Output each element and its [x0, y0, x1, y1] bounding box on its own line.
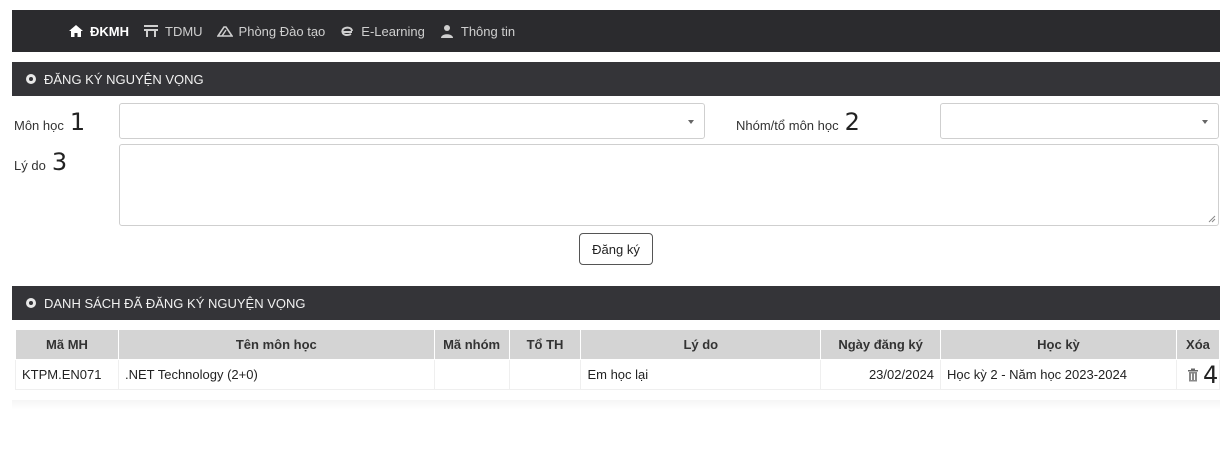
- trash-icon[interactable]: [1187, 368, 1199, 382]
- subject-name-cell: .NET Technology (2+0): [117, 359, 435, 390]
- annotation-number: 1: [69, 108, 86, 136]
- register-panel-title: ĐĂNG KÝ NGUYỆN VỌNG: [44, 71, 204, 87]
- circle-icon: [26, 74, 36, 84]
- column-header: Tên môn học: [117, 329, 435, 360]
- nav-item-dkmh[interactable]: ĐKMH: [68, 23, 129, 39]
- column-header: Xóa: [1175, 329, 1221, 360]
- subject-label-text: Môn học: [14, 118, 64, 133]
- chevron-down-icon: [688, 120, 694, 124]
- nav-item-label: E-Learning: [361, 23, 425, 39]
- divider: [12, 400, 1220, 410]
- annotation-number: 3: [51, 148, 68, 176]
- home-icon: [68, 23, 84, 39]
- delete-cell: 4: [1175, 359, 1221, 390]
- nav-item-label: ĐKMH: [90, 23, 129, 39]
- registration-table: Mã MH Tên môn học Mã nhóm Tổ TH Lý do Ng…: [15, 329, 1221, 390]
- resize-handle-icon[interactable]: [1208, 215, 1216, 223]
- table-row: KTPM.EN071 .NET Technology (2+0) Em học …: [15, 359, 1221, 390]
- date-cell: 23/02/2024: [820, 359, 942, 390]
- subject-label: Môn học 1: [14, 108, 85, 136]
- annotation-number: 2: [844, 108, 860, 136]
- column-header: Ngày đăng ký: [820, 329, 942, 360]
- column-header: Mã nhóm: [433, 329, 510, 360]
- group-select[interactable]: [940, 103, 1219, 139]
- team-cell: [508, 359, 582, 390]
- group-label-text: Nhóm/tổ môn học: [736, 118, 839, 133]
- nav-item-label: Phòng Đào tạo: [238, 23, 326, 39]
- list-panel-header: DANH SÁCH ĐÃ ĐĂNG KÝ NGUYỆN VỌNG: [12, 286, 1220, 320]
- register-panel-header: ĐĂNG KÝ NGUYỆN VỌNG: [12, 62, 1220, 96]
- group-label: Nhóm/tổ môn học 2: [736, 108, 860, 136]
- subject-select[interactable]: [119, 103, 705, 139]
- reason-label-text: Lý do: [14, 158, 46, 173]
- column-header: Mã MH: [15, 329, 119, 360]
- building-icon: [143, 23, 159, 39]
- nav-item-label: TDMU: [165, 23, 203, 39]
- chevron-down-icon: [1202, 120, 1208, 124]
- user-icon: [439, 23, 455, 39]
- list-panel-title: DANH SÁCH ĐÃ ĐĂNG KÝ NGUYỆN VỌNG: [44, 295, 306, 311]
- group-code-cell: [433, 359, 510, 390]
- annotation-number: 4: [1202, 360, 1219, 389]
- nav-item-label: Thông tin: [460, 23, 516, 39]
- column-header: Lý do: [580, 329, 822, 360]
- reason-label: Lý do 3: [14, 148, 67, 176]
- nav-item-phong-dao-tao[interactable]: Phòng Đào tạo: [216, 23, 326, 39]
- subject-code-cell: KTPM.EN071: [15, 359, 119, 390]
- nav-item-elearning[interactable]: E-Learning: [339, 23, 425, 39]
- reason-cell: Em học lại: [580, 359, 822, 390]
- table-header-row: Mã MH Tên môn học Mã nhóm Tổ TH Lý do Ng…: [15, 329, 1221, 360]
- reason-textarea[interactable]: [119, 144, 1219, 226]
- top-navbar: ĐKMH TDMU Phòng Đào tạo E-Learning Thông…: [12, 10, 1220, 52]
- e-icon: [339, 23, 355, 39]
- circle-icon: [26, 298, 36, 308]
- register-button[interactable]: Đăng ký: [579, 233, 653, 265]
- semester-cell: Học kỳ 2 - Năm học 2023-2024: [940, 359, 1177, 390]
- nav-item-tdmu[interactable]: TDMU: [143, 23, 203, 39]
- nav-item-thong-tin[interactable]: Thông tin: [439, 23, 515, 39]
- column-header: Học kỳ: [940, 329, 1177, 360]
- column-header: Tổ TH: [508, 329, 582, 360]
- road-icon: [216, 23, 233, 39]
